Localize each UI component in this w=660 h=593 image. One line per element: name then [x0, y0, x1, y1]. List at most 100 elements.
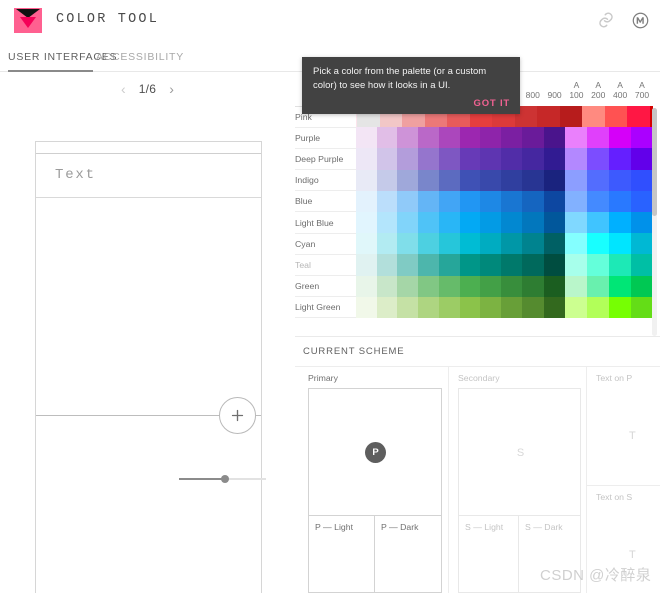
palette-swatch[interactable]: [631, 275, 653, 297]
palette-row-label-cyan[interactable]: Cyan: [295, 233, 356, 255]
palette-swatch[interactable]: [609, 254, 632, 276]
palette-swatch[interactable]: [521, 211, 544, 234]
palette-swatch[interactable]: [355, 233, 377, 255]
palette-swatch[interactable]: [587, 233, 610, 255]
palette-swatch[interactable]: [543, 233, 566, 255]
palette-swatch[interactable]: [565, 233, 588, 255]
palette-swatch[interactable]: [418, 275, 439, 297]
palette-swatch[interactable]: [459, 169, 481, 191]
tooltip-got-it-button[interactable]: GOT IT: [474, 98, 510, 109]
material-design-icon[interactable]: [630, 10, 650, 30]
palette-swatch[interactable]: [521, 296, 544, 318]
palette-swatch[interactable]: [438, 190, 460, 212]
palette-swatch[interactable]: [376, 148, 398, 170]
palette-swatch[interactable]: [521, 233, 544, 255]
palette-swatch[interactable]: [543, 254, 566, 276]
palette-swatch[interactable]: [543, 296, 566, 318]
wireframe-fab-plus-icon[interactable]: [219, 397, 256, 434]
palette-swatch[interactable]: [418, 148, 439, 170]
palette-swatch[interactable]: [480, 169, 502, 191]
palette-swatch[interactable]: [397, 233, 419, 255]
palette-swatch[interactable]: [418, 127, 439, 149]
palette-swatch[interactable]: [543, 275, 566, 297]
secondary-light-swatch[interactable]: S — Light: [458, 515, 519, 593]
palette-swatch[interactable]: [609, 233, 632, 255]
palette-swatch[interactable]: [631, 148, 653, 170]
palette-row-label-green[interactable]: Green: [295, 275, 356, 298]
palette-swatch[interactable]: [521, 275, 544, 297]
palette-swatch[interactable]: [543, 190, 566, 212]
palette-swatch[interactable]: [565, 211, 588, 234]
palette-swatch[interactable]: [565, 127, 588, 149]
palette-swatch[interactable]: [459, 296, 481, 318]
palette-swatch[interactable]: [587, 254, 610, 276]
palette-swatch[interactable]: [609, 148, 632, 170]
palette-swatch[interactable]: [609, 127, 632, 149]
palette-swatch[interactable]: [459, 233, 481, 255]
palette-swatch[interactable]: [480, 190, 502, 212]
palette-swatch[interactable]: [543, 211, 566, 234]
palette-swatch[interactable]: [480, 211, 502, 234]
palette-swatch[interactable]: [376, 169, 398, 191]
palette-swatch[interactable]: [565, 254, 588, 276]
palette-swatch[interactable]: [459, 127, 481, 149]
palette-row-label-purple[interactable]: Purple: [295, 127, 356, 149]
palette-swatch[interactable]: [565, 296, 588, 318]
palette-swatch[interactable]: [355, 296, 377, 318]
tab-accessibility[interactable]: ACCESSIBILITY: [96, 41, 184, 72]
palette-swatch[interactable]: [537, 106, 560, 127]
palette-swatch[interactable]: [587, 148, 610, 170]
palette-swatch[interactable]: [609, 190, 632, 212]
palette-swatch[interactable]: [459, 190, 481, 212]
palette-swatch[interactable]: [397, 254, 419, 276]
primary-swatch[interactable]: P: [308, 388, 442, 516]
palette-swatch[interactable]: [355, 211, 377, 234]
secondary-swatch[interactable]: S: [458, 388, 581, 516]
palette-swatch[interactable]: [543, 148, 566, 170]
palette-swatch[interactable]: [543, 127, 566, 149]
palette-swatch[interactable]: [438, 127, 460, 149]
palette-swatch[interactable]: [565, 169, 588, 191]
palette-swatch[interactable]: [501, 296, 522, 318]
palette-swatch[interactable]: [355, 169, 377, 191]
palette-swatch[interactable]: [438, 233, 460, 255]
palette-swatch[interactable]: [609, 211, 632, 234]
palette-swatch[interactable]: [480, 233, 502, 255]
slider-knob[interactable]: [221, 475, 229, 483]
palette-swatch[interactable]: [609, 169, 632, 191]
palette-swatch[interactable]: [631, 296, 653, 318]
palette-swatch[interactable]: [418, 296, 439, 318]
palette-swatch[interactable]: [438, 254, 460, 276]
palette-swatch[interactable]: [631, 127, 653, 149]
palette-swatch[interactable]: [631, 169, 653, 191]
palette-swatch[interactable]: [376, 254, 398, 276]
palette-swatch[interactable]: [480, 275, 502, 297]
palette-swatch[interactable]: [543, 169, 566, 191]
palette-row-label-light-blue[interactable]: Light Blue: [295, 211, 356, 234]
palette-swatch[interactable]: [501, 275, 522, 297]
palette-swatch[interactable]: [521, 169, 544, 191]
palette-swatch[interactable]: [565, 190, 588, 212]
palette-swatch[interactable]: [604, 106, 627, 127]
palette-swatch[interactable]: [501, 233, 522, 255]
wireframe-slider[interactable]: [179, 473, 266, 485]
palette-swatch[interactable]: [376, 233, 398, 255]
palette-swatch[interactable]: [459, 211, 481, 234]
palette-swatch[interactable]: [438, 211, 460, 234]
palette-row-label-teal[interactable]: Teal: [295, 254, 356, 277]
palette-swatch[interactable]: [587, 296, 610, 318]
palette-swatch[interactable]: [565, 148, 588, 170]
palette-swatch[interactable]: [355, 254, 377, 276]
palette-swatch[interactable]: [480, 127, 502, 149]
palette-swatch[interactable]: [397, 211, 419, 234]
palette-swatch[interactable]: [521, 254, 544, 276]
palette-swatch[interactable]: [376, 211, 398, 234]
palette-swatch[interactable]: [559, 106, 582, 127]
palette-swatch[interactable]: [376, 127, 398, 149]
palette-row-label-deep-purple[interactable]: Deep Purple: [295, 148, 356, 171]
palette-swatch[interactable]: [521, 148, 544, 170]
palette-swatch[interactable]: [418, 233, 439, 255]
chevron-left-icon[interactable]: ‹: [121, 82, 126, 96]
palette-swatch[interactable]: [355, 275, 377, 297]
palette-swatch[interactable]: [355, 127, 377, 149]
